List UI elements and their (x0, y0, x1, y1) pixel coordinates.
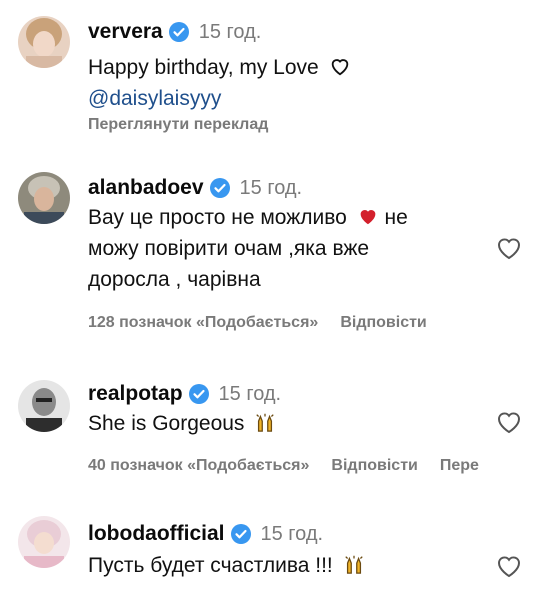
verified-badge-icon (209, 178, 230, 198)
comment-text: She is Gorgeous (88, 408, 276, 439)
verified-badge-icon (168, 22, 189, 42)
likes-count[interactable]: 40 позначок «Подобається» (88, 457, 309, 475)
like-comment-heart-icon[interactable] (496, 554, 522, 578)
like-comment-heart-icon[interactable] (496, 410, 522, 434)
see-translation-button[interactable]: Переглянути переклад (88, 116, 268, 134)
outline-heart-icon (329, 55, 351, 77)
verified-badge-icon (188, 384, 209, 404)
comment-text: Пусть будет счастлива !!! (88, 550, 365, 581)
mention-link[interactable]: @daisylaisyyy (88, 83, 221, 114)
username[interactable]: ververa (88, 20, 163, 44)
verified-badge-icon (230, 524, 251, 544)
avatar-alanbadoev[interactable] (18, 172, 70, 224)
raising-hands-icon (343, 553, 365, 575)
avatar-lobodaofficial[interactable] (18, 516, 70, 568)
reply-button[interactable]: Відповісти (331, 457, 417, 475)
username[interactable]: alanbadoev (88, 176, 204, 200)
timestamp: 15 год. (218, 382, 282, 405)
avatar-realpotap[interactable] (18, 380, 70, 432)
username[interactable]: lobodaofficial (88, 522, 225, 546)
red-heart-icon (357, 205, 379, 227)
comment-text: Happy birthday, my Love (88, 52, 351, 83)
reply-button[interactable]: Відповісти (340, 314, 426, 332)
see-translation-button[interactable]: Пере (440, 457, 479, 475)
timestamp: 15 год. (260, 522, 324, 545)
username[interactable]: realpotap (88, 382, 183, 406)
raising-hands-icon (254, 411, 276, 433)
like-comment-heart-icon[interactable] (496, 236, 522, 260)
comment-text: Вау це просто не можливо не можу повірит… (88, 205, 408, 291)
likes-count[interactable]: 128 позначок «Подобається» (88, 314, 318, 332)
timestamp: 15 год. (239, 176, 303, 199)
avatar-ververa[interactable] (18, 16, 70, 68)
timestamp: 15 год. (198, 20, 262, 43)
